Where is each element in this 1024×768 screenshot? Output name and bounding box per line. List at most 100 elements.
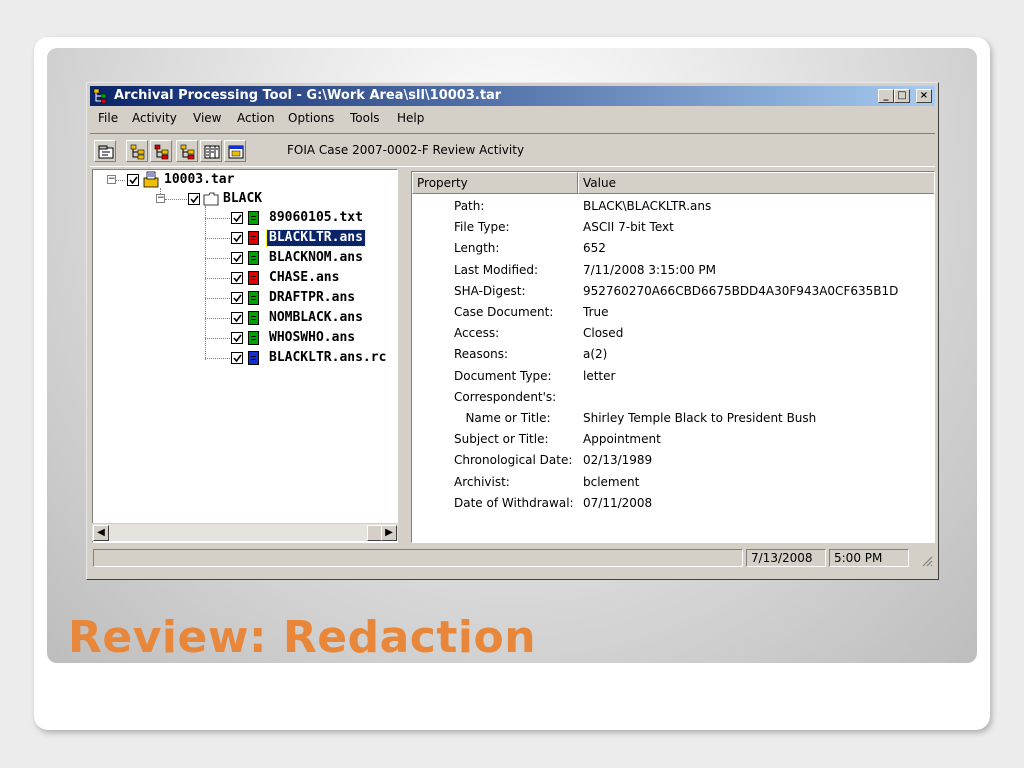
document-icon: [248, 311, 259, 325]
checkmark-icon: [233, 314, 242, 323]
property-key: Reasons:: [454, 347, 509, 362]
case-label: FOIA Case 2007-0002-F Review Activity: [287, 143, 525, 157]
property-row[interactable]: SHA-Digest: 952760270A66CBD6675BDD4A30F94…: [412, 281, 934, 302]
checkmark-icon: [233, 354, 242, 363]
property-row[interactable]: Case Document: True: [412, 302, 934, 323]
property-value: Closed: [583, 326, 624, 341]
tree-checkbox[interactable]: [231, 292, 243, 304]
property-key: SHA-Digest:: [454, 283, 526, 298]
document-icon: [248, 331, 259, 345]
report-button[interactable]: [224, 140, 246, 162]
tree-node-file[interactable]: NOMBLACK.ans: [93, 309, 397, 327]
property-value: Appointment: [583, 432, 661, 447]
tree-checkbox[interactable]: [231, 212, 243, 224]
properties-button[interactable]: [94, 140, 116, 162]
menu-options[interactable]: Options: [288, 111, 334, 125]
checkmark-icon: [233, 254, 242, 263]
property-row[interactable]: Date of Withdrawal: 07/11/2008: [412, 493, 934, 514]
title-bar[interactable]: Archival Processing Tool - G:\Work Area\…: [90, 86, 935, 106]
columns-button[interactable]: [200, 140, 222, 162]
tree-checkbox[interactable]: [127, 174, 139, 186]
tree-node-label: BLACKNOM.ans: [269, 250, 363, 265]
column-header-property[interactable]: Property: [412, 172, 578, 194]
property-row[interactable]: Path: BLACK\BLACKLTR.ans: [412, 196, 934, 217]
tree-red-button[interactable]: [150, 140, 172, 162]
status-date: 7/13/2008: [746, 549, 826, 567]
tree-node-label: BLACK: [223, 191, 263, 206]
properties-list: Property Value Path: BLACK\BLACKLTR.ans Fi…: [411, 171, 935, 543]
tree-yellow-button[interactable]: [126, 140, 148, 162]
property-row[interactable]: Length: 652: [412, 238, 934, 259]
property-value: 7/11/2008 3:15:00 PM: [583, 262, 717, 277]
collapse-icon[interactable]: −: [156, 194, 165, 203]
property-row[interactable]: Correspondent's:: [412, 387, 934, 408]
property-row[interactable]: Subject or Title: Appointment: [412, 429, 934, 450]
resize-grip-icon[interactable]: [921, 555, 933, 567]
property-row[interactable]: Reasons: a(2): [412, 344, 934, 365]
tree-node-file[interactable]: BLACKNOM.ans: [93, 249, 397, 267]
property-value: True: [583, 305, 609, 319]
tree-checkbox[interactable]: [231, 252, 243, 264]
tree-checkbox[interactable]: [231, 352, 243, 364]
property-row[interactable]: Name or Title: Shirley Temple Black to Pr…: [412, 408, 934, 429]
tree-node-label: 89060105.txt: [269, 210, 363, 225]
menu-view[interactable]: View: [193, 111, 221, 125]
file-tree[interactable]: − 10003.tar − BLACK 89060105.txt BLACKLTR…: [92, 169, 398, 543]
close-button[interactable]: ×: [916, 89, 932, 103]
property-row[interactable]: File Type: ASCII 7-bit Text: [412, 217, 934, 238]
tree-node-file[interactable]: DRAFTPR.ans: [93, 289, 397, 307]
column-header-value[interactable]: Value: [578, 172, 934, 194]
tree-document-button[interactable]: [176, 140, 198, 162]
property-key: Last Modified:: [454, 262, 539, 277]
property-row[interactable]: Last Modified: 7/11/2008 3:15:00 PM: [412, 260, 934, 281]
status-bar: 7/13/2008 5:00 PM: [90, 547, 935, 569]
property-row[interactable]: Document Type: letter: [412, 366, 934, 387]
property-row[interactable]: Access: Closed: [412, 323, 934, 344]
document-icon: [248, 231, 259, 245]
menu-file[interactable]: File: [98, 111, 118, 125]
tree-node-label: BLACKLTR.ans: [266, 229, 366, 247]
document-icon: [248, 271, 259, 285]
checkmark-icon: [233, 334, 242, 343]
document-icon: [248, 291, 259, 305]
menu-help[interactable]: Help: [397, 111, 424, 125]
collapse-icon[interactable]: −: [107, 175, 116, 184]
tree-node-folder[interactable]: − BLACK: [93, 190, 393, 208]
scroll-right-button[interactable]: ▶: [381, 525, 397, 541]
minimize-button[interactable]: _: [878, 89, 894, 103]
document-icon: [248, 351, 259, 365]
property-key: Subject or Title:: [454, 432, 549, 447]
tree-checkbox[interactable]: [231, 232, 243, 244]
app-tree-icon: [93, 88, 107, 104]
tree-node-file[interactable]: BLACKLTR.ans.rc: [93, 349, 397, 367]
report-icon: [228, 145, 244, 159]
toolbar: FOIA Case 2007-0002-F Review Activity: [90, 133, 935, 167]
status-message: [93, 549, 743, 567]
checkmark-icon: [190, 195, 199, 204]
maximize-button[interactable]: □: [894, 89, 910, 103]
tree-node-root[interactable]: − 10003.tar: [93, 171, 393, 189]
property-row[interactable]: Archivist: bclement: [412, 472, 934, 493]
tree-node-file[interactable]: CHASE.ans: [93, 269, 397, 287]
checkmark-icon: [129, 176, 138, 185]
tree-node-file[interactable]: WHOSWHO.ans: [93, 329, 397, 347]
tree-checkbox[interactable]: [231, 332, 243, 344]
tree-node-label: WHOSWHO.ans: [269, 330, 356, 345]
tree-checkbox[interactable]: [231, 312, 243, 324]
tree-yellow-doc-icon: [180, 144, 195, 160]
property-key: Date of Withdrawal:: [454, 495, 574, 510]
tree-node-file[interactable]: BLACKLTR.ans: [93, 229, 397, 247]
tree-checkbox[interactable]: [231, 272, 243, 284]
status-time: 5:00 PM: [829, 549, 909, 567]
tree-node-file[interactable]: 89060105.txt: [93, 209, 397, 227]
tree-checkbox[interactable]: [188, 193, 200, 205]
menu-activity[interactable]: Activity: [132, 111, 177, 125]
columns-icon: [204, 145, 220, 159]
menu-tools[interactable]: Tools: [350, 111, 380, 125]
tree-yellow-icon: [130, 144, 145, 160]
document-icon: [248, 251, 259, 265]
property-row[interactable]: Chronological Date: 02/13/1989: [412, 450, 934, 471]
tree-horizontal-scrollbar[interactable]: ◀ ▶: [92, 523, 398, 541]
scroll-left-button[interactable]: ◀: [93, 525, 109, 541]
menu-action[interactable]: Action: [237, 111, 275, 125]
